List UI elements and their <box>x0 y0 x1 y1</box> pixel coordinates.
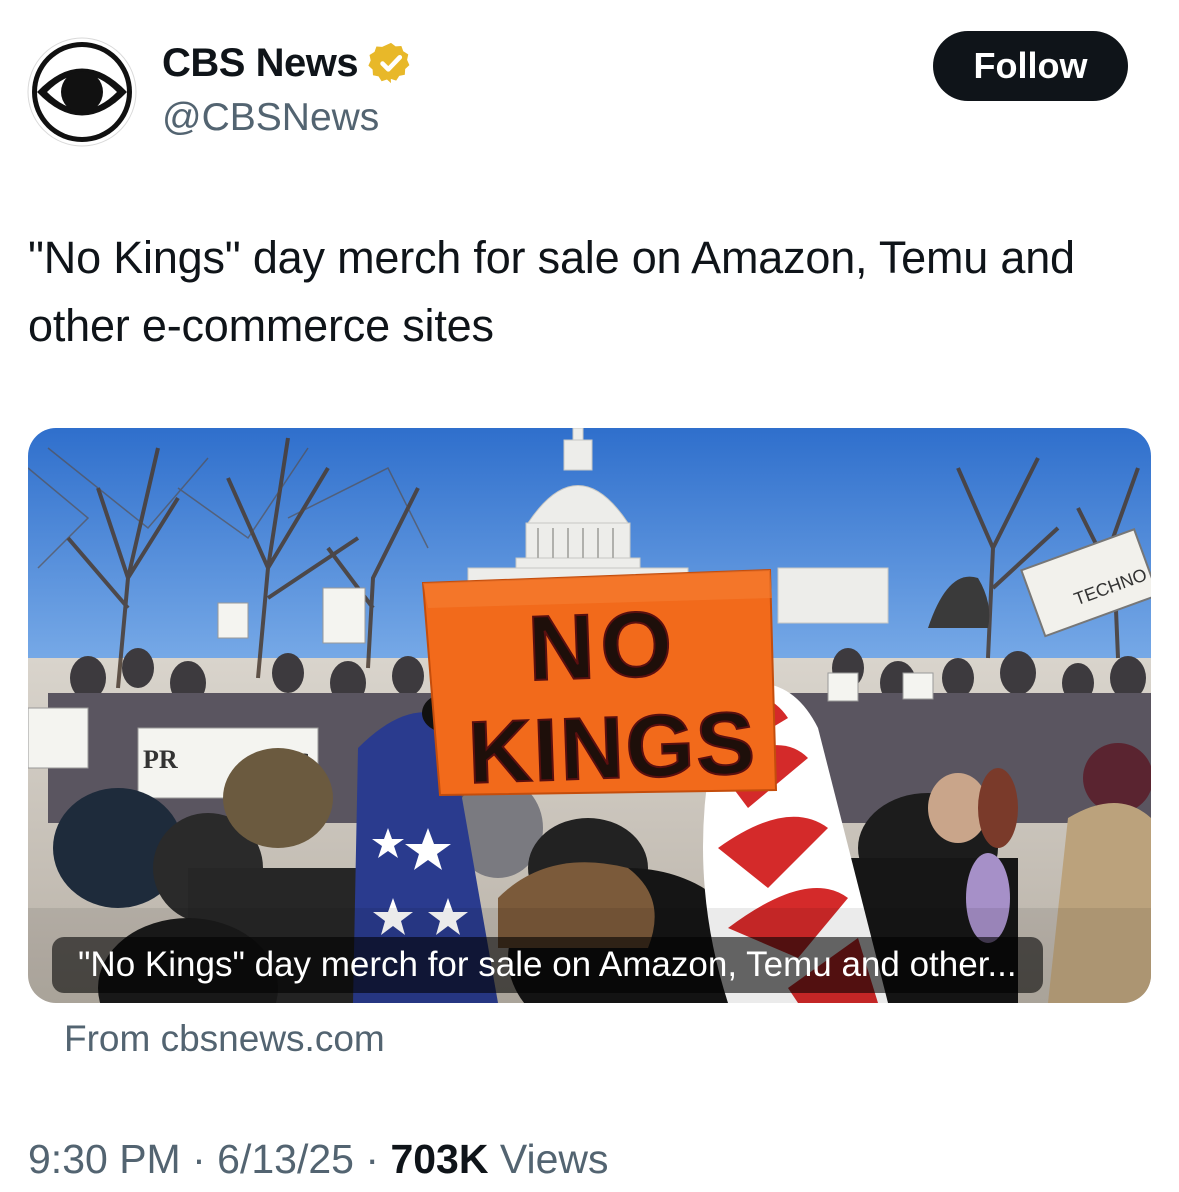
link-source[interactable]: From cbsnews.com <box>64 1018 385 1060</box>
svg-text:NO: NO <box>526 593 679 700</box>
svg-text:PR: PR <box>143 745 178 774</box>
cbs-eye-logo-icon <box>27 37 137 147</box>
verified-badge-icon[interactable] <box>368 40 414 86</box>
tweet-text: "No Kings" day merch for sale on Amazon,… <box>28 232 1075 351</box>
link-card-caption[interactable]: "No Kings" day merch for sale on Amazon,… <box>52 937 1043 993</box>
link-card[interactable]: PR TS TECHNO <box>28 428 1151 1003</box>
svg-text:KINGS: KINGS <box>466 693 758 802</box>
author-display-name[interactable]: CBS News <box>162 41 359 86</box>
tweet-time[interactable]: 9:30 PM <box>28 1136 181 1182</box>
author-handle[interactable]: @CBSNews <box>162 96 379 140</box>
meta-separator: · <box>365 1136 380 1182</box>
tweet-date[interactable]: 6/13/25 <box>217 1136 354 1182</box>
views-count: 703K <box>390 1136 489 1182</box>
meta-separator: · <box>192 1136 206 1182</box>
no-kings-sign: NO KINGS <box>421 568 778 803</box>
views-label: Views <box>499 1136 609 1182</box>
tweet-meta: 9:30 PM · 6/13/25 · 703K Views <box>28 1136 609 1183</box>
protest-photo: PR TS TECHNO <box>28 428 1151 1003</box>
follow-button[interactable]: Follow <box>933 31 1128 101</box>
avatar[interactable] <box>27 37 137 147</box>
author-name-row: CBS News <box>162 40 414 86</box>
